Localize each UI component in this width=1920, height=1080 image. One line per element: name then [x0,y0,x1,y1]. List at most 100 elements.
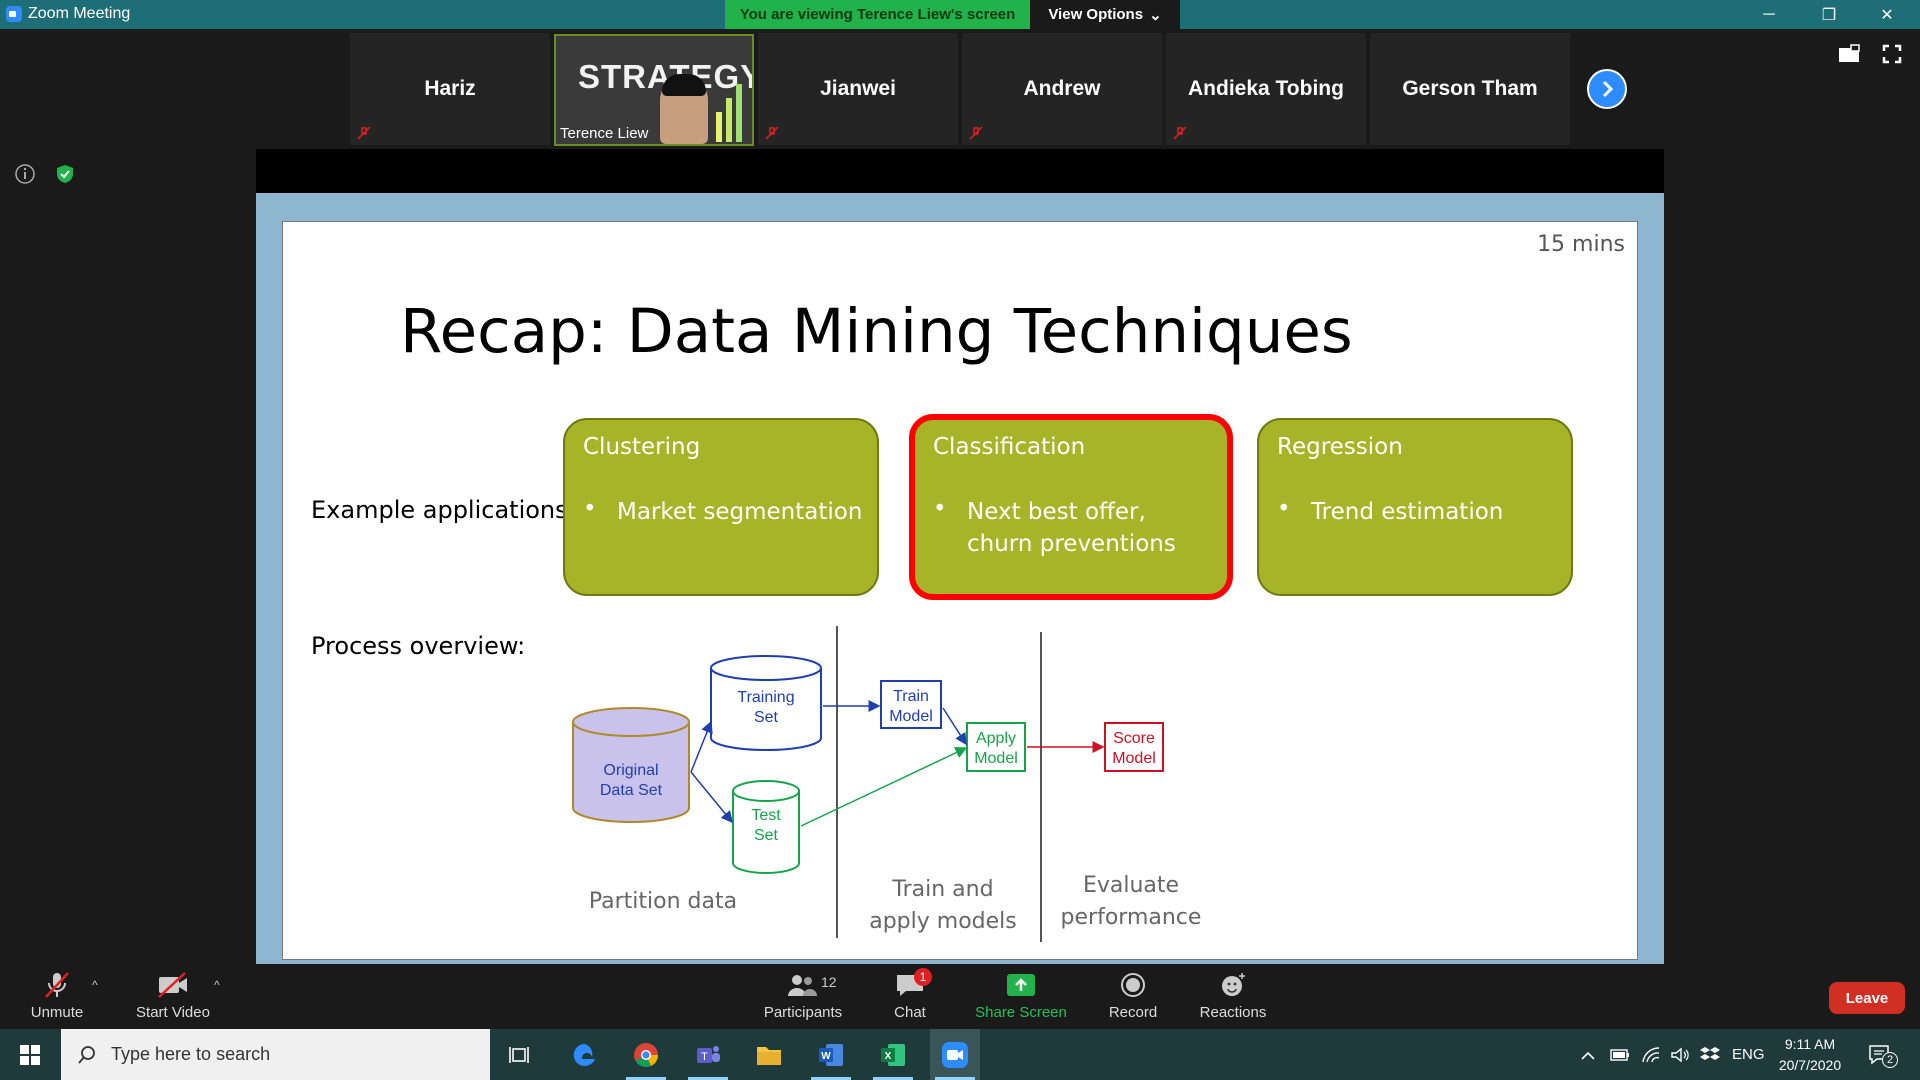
viewing-banner: You are viewing Terence Liew's screen [725,0,1030,29]
windows-logo-icon [20,1044,40,1065]
svg-text:W: W [821,1051,831,1062]
gallery-strip [0,29,1920,149]
participant-tile-jianwei[interactable]: Jianwei [758,33,958,145]
task-view-icon [509,1046,529,1063]
app-title: Zoom Meeting [6,5,130,23]
leave-meeting-button[interactable]: Leave [1829,982,1905,1014]
stage-evaluate-line2: performance [1060,905,1202,930]
record-label: Record [1108,1004,1158,1021]
next-page-button[interactable] [1587,69,1627,109]
arrow-test-to-apply [800,747,968,827]
chat-unread-badge: 1 [914,968,932,986]
chat-button[interactable]: Chat [855,964,965,1029]
zoom-logo-icon [6,6,22,22]
show-hidden-icons[interactable] [1580,1029,1596,1080]
training-set-line2: Set [754,709,779,726]
train-model-line2: Model [889,708,933,725]
battery-tray[interactable] [1610,1029,1630,1080]
info-icon[interactable] [14,163,36,185]
score-model-line1: Score [1113,730,1155,747]
taskbar-search-box[interactable]: Type here to search [61,1029,490,1080]
participants-icon [788,975,817,996]
chevron-up-icon [1581,1051,1595,1060]
apply-model-line1: Apply [976,730,1016,747]
search-placeholder: Type here to search [111,1044,271,1064]
training-set-line1: Training [737,689,794,706]
participant-tile-gerson-tham[interactable]: Gerson Tham [1370,33,1570,145]
teams-icon: T [697,1045,720,1063]
start-button[interactable] [0,1029,60,1080]
excel-icon: X [881,1043,905,1066]
task-view-button[interactable] [495,1029,545,1080]
chevron-right-icon [1602,80,1614,98]
participant-tile-andrew[interactable]: Andrew [962,33,1162,145]
muted-mic-icon [357,126,371,140]
speaker-video [660,74,708,144]
excel-app[interactable]: X [868,1029,918,1080]
action-center-button[interactable]: 2 [1868,1029,1898,1080]
folder-icon [757,1046,781,1065]
audio-options-caret-icon[interactable]: ^ [92,978,98,992]
security-shield-icon[interactable] [54,163,76,185]
chrome-app[interactable] [621,1029,671,1080]
stage-train-apply: Train and apply models [843,874,1043,938]
svg-text:X: X [885,1051,892,1062]
search-icon [78,1045,95,1064]
participant-tile-andieka-tobing[interactable]: Andieka Tobing [1166,33,1366,145]
record-button[interactable]: Record [1078,964,1188,1029]
presentation-slide: 15 mins Recap: Data Mining Techniques Ex… [282,221,1638,960]
arrow-to-apply-model [942,707,967,746]
video-options-caret-icon[interactable]: ^ [214,978,220,992]
active-speaker-name: Terence Liew [560,125,649,142]
stage-partition-data: Partition data [588,889,738,914]
chrome-icon [634,1042,658,1067]
view-options-label: View Options [1048,6,1144,23]
participants-button[interactable]: Participants [748,964,858,1029]
score-model-line2: Model [1112,750,1156,767]
start-video-button[interactable]: Start Video [118,964,228,1029]
train-model-line1: Train [893,688,929,705]
stage-train-apply-line2: apply models [869,909,1017,934]
zoom-icon [942,1041,968,1068]
participant-name: Jianwei [820,77,896,100]
close-button[interactable]: ✕ [1858,0,1916,29]
dropbox-icon [1700,1046,1720,1060]
teams-app[interactable]: T [683,1029,733,1080]
taskbar-clock[interactable]: 9:11 AM 20/7/2020 [1760,1034,1860,1076]
stage-evaluate-line1: Evaluate [1082,873,1180,898]
zoom-app[interactable] [930,1029,980,1080]
process-flow-diagram: Original Data Set Training Set Test Set … [572,626,1164,942]
start-video-label: Start Video [136,1004,210,1021]
reactions-emoji-icon [1222,973,1245,996]
volume-tray[interactable] [1670,1029,1690,1080]
stage-train-apply-line1: Train and [892,877,994,902]
original-dataset-line1: Original [603,762,658,779]
chat-label: Chat [894,1004,926,1021]
fullscreen-icon[interactable] [1882,44,1902,64]
record-icon [1121,973,1145,997]
video-off-icon [158,972,187,998]
file-explorer-app[interactable] [744,1029,794,1080]
minimize-button[interactable]: ─ [1740,0,1798,29]
unmute-button[interactable]: Unmute [2,964,112,1029]
stage-evaluate: Evaluate performance [1041,870,1221,934]
speaker-volume-icon [1671,1047,1689,1062]
share-screen-button[interactable]: Share Screen [966,964,1076,1029]
view-options-button[interactable]: View Options ⌄ [1030,0,1180,29]
participant-tile-hariz[interactable]: Hariz [350,33,550,145]
word-app[interactable]: W [806,1029,856,1080]
muted-mic-icon [969,126,983,140]
reactions-button[interactable]: Reactions [1178,964,1288,1029]
network-tray[interactable] [1641,1029,1661,1080]
participants-label: Participants [763,1004,843,1021]
edge-browser-icon [573,1043,595,1066]
speaker-view-icon[interactable] [1838,44,1860,64]
dropbox-tray[interactable] [1700,1029,1720,1080]
muted-mic-icon [765,126,779,140]
restore-button[interactable]: ❐ [1800,0,1858,29]
muted-mic-icon [1173,126,1187,140]
edge-app[interactable] [560,1029,610,1080]
reactions-label: Reactions [1199,1004,1267,1021]
active-speaker-tile[interactable]: STRATEGY Terence Liew [554,34,754,146]
battery-icon [1610,1048,1629,1061]
